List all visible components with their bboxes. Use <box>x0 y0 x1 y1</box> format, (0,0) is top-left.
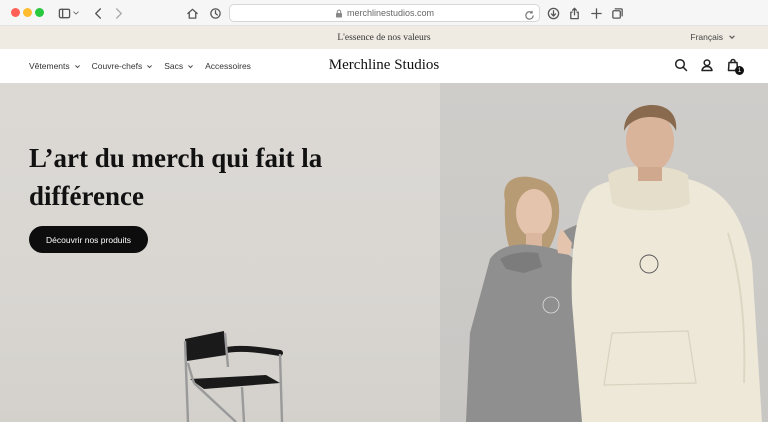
nav-item-couvre-chefs[interactable]: Couvre-chefs <box>92 61 154 71</box>
main-nav: Vêtements Couvre-chefs Sacs Accessoires <box>29 49 251 83</box>
chair-image <box>183 331 284 422</box>
nav-item-sacs[interactable]: Sacs <box>164 61 194 71</box>
cart-icon[interactable]: 1 <box>726 58 744 75</box>
nav-item-label: Vêtements <box>29 61 70 71</box>
hero-photo-panel <box>440 83 768 422</box>
download-icon[interactable] <box>544 4 562 22</box>
hero-text-panel: L’art du merch qui fait la différence Dé… <box>0 83 440 422</box>
nav-item-accessoires[interactable]: Accessoires <box>205 61 251 71</box>
chevron-down-icon <box>188 64 194 68</box>
site-header: Vêtements Couvre-chefs Sacs Accessoires … <box>0 49 768 83</box>
nav-item-vetements[interactable]: Vêtements <box>29 61 81 71</box>
search-icon[interactable] <box>674 58 688 72</box>
chevron-down-icon <box>147 64 153 68</box>
reload-icon[interactable] <box>524 8 535 20</box>
language-label: Français <box>690 32 723 42</box>
nav-item-label: Sacs <box>164 61 184 71</box>
url-text: merchlinestudios.com <box>346 8 435 18</box>
nav-item-label: Accessoires <box>205 61 251 71</box>
back-button[interactable] <box>89 4 107 22</box>
lock-icon <box>335 9 342 17</box>
language-selector[interactable]: Français <box>690 32 736 42</box>
zoom-window-button[interactable] <box>35 8 44 17</box>
hero-title: L’art du merch qui fait la différence <box>29 143 323 211</box>
chevron-down-icon[interactable] <box>70 4 82 22</box>
minimize-window-button[interactable] <box>23 8 32 17</box>
new-tab-icon[interactable] <box>587 4 605 22</box>
hero-section: L’art du merch qui fait la différence Dé… <box>0 83 768 422</box>
announcement-text: L'essence de nos valeurs <box>337 32 431 43</box>
close-window-button[interactable] <box>11 8 20 17</box>
home-icon[interactable] <box>183 4 201 22</box>
chevron-down-icon <box>729 35 735 39</box>
address-bar[interactable]: merchlinestudios.com <box>229 4 540 22</box>
cart-count-badge: 1 <box>735 66 744 75</box>
browser-toolbar: merchlinestudios.com <box>0 0 768 26</box>
forward-button[interactable] <box>109 4 127 22</box>
brand-logo[interactable]: Merchline Studios <box>329 57 439 73</box>
models-photo <box>466 105 762 422</box>
account-icon[interactable] <box>700 58 714 72</box>
chevron-down-icon <box>74 64 80 68</box>
nav-item-label: Couvre-chefs <box>91 61 143 71</box>
header-actions: 1 <box>674 58 744 75</box>
discover-products-button[interactable]: Découvrir nos produits <box>29 226 149 253</box>
tab-overview-icon[interactable] <box>608 4 626 22</box>
announcement-bar: L'essence de nos valeurs Français <box>0 26 768 49</box>
history-icon[interactable] <box>206 4 224 22</box>
share-icon[interactable] <box>565 4 583 22</box>
